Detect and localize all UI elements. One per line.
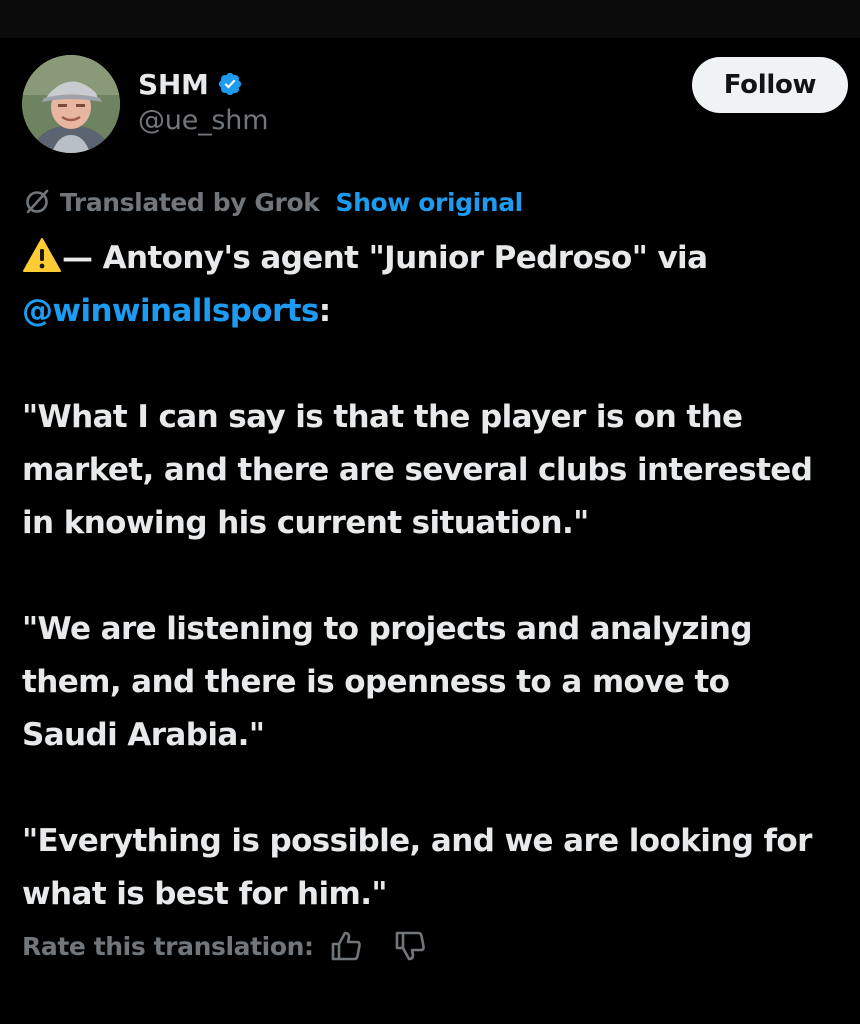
author-name-row: SHM: [138, 64, 243, 104]
author-handle[interactable]: @ue_shm: [138, 105, 269, 136]
rate-translation-label: Rate this translation:: [22, 931, 314, 961]
mention-link[interactable]: @winwinallsports: [22, 293, 319, 329]
follow-button[interactable]: Follow: [692, 57, 848, 113]
quote1-line: "What I can say is that the player is on…: [22, 399, 743, 435]
warning-icon: [22, 237, 62, 273]
mention-suffix: :: [318, 293, 331, 329]
thumbs-down-icon[interactable]: [392, 928, 428, 964]
quote1-line: in knowing his current situation.": [22, 505, 589, 541]
top-status-strip: [0, 0, 860, 38]
translated-by-label: Translated by Grok: [60, 187, 320, 217]
quote2-line: them, and there is openness to a move to: [22, 664, 730, 700]
quote2-line: "We are listening to projects and analyz…: [22, 611, 753, 647]
grok-icon: [22, 187, 52, 217]
tweet-text: — Antony's agent "Junior Pedroso" via @w…: [22, 232, 860, 921]
tweet-intro-text: — Antony's agent "Junior Pedroso" via: [62, 240, 708, 276]
verified-badge-icon[interactable]: [217, 71, 243, 97]
translation-bar: Translated by Grok Show original: [22, 182, 523, 222]
avatar-photo: [22, 55, 120, 153]
thumbs-up-icon[interactable]: [328, 928, 364, 964]
quote2-line: Saudi Arabia.": [22, 717, 265, 753]
rate-translation-row: Rate this translation:: [22, 924, 428, 968]
tweet-mention-line: @winwinallsports:: [22, 285, 860, 338]
author-display-name[interactable]: SHM: [138, 68, 209, 101]
quote1-line: market, and there are several clubs inte…: [22, 452, 813, 488]
quote3-line: what is best for him.": [22, 876, 388, 912]
author-avatar[interactable]: [22, 55, 120, 153]
quote3-line: "Everything is possible, and we are look…: [22, 823, 812, 859]
tweet-intro-line: — Antony's agent "Junior Pedroso" via: [22, 232, 860, 285]
show-original-link[interactable]: Show original: [335, 188, 523, 217]
